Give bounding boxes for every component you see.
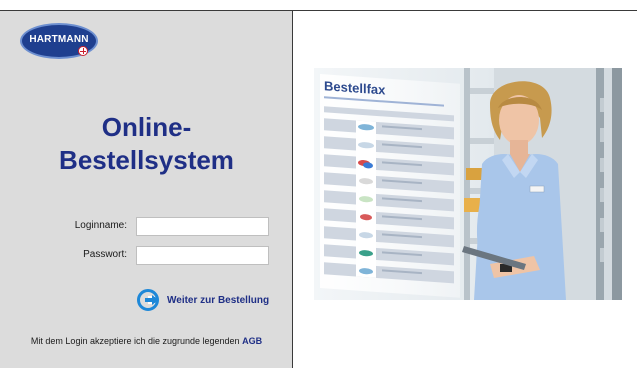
hero-panel: Bestellfax	[294, 11, 637, 368]
agb-notice-text: Mit dem Login akzeptiere ich die zugrund…	[30, 336, 240, 346]
hartmann-logo[interactable]: HARTMANN	[20, 23, 98, 59]
page-title: Online- Bestellsystem	[0, 111, 293, 177]
pharmacist-order-illustration: Bestellfax	[314, 68, 622, 300]
continue-to-order-label: Weiter zur Bestellung	[167, 294, 270, 306]
login-label: Loginname:	[74, 220, 127, 231]
continue-to-order-button[interactable]: Weiter zur Bestellung	[137, 289, 269, 311]
agb-link[interactable]: AGB	[242, 336, 262, 346]
arrow-right-circle-icon	[137, 289, 159, 311]
login-row: Loginname:	[0, 217, 293, 237]
logo-text: HARTMANN	[29, 33, 89, 45]
agb-notice: Mit dem Login akzeptiere ich die zugrund…	[0, 336, 293, 346]
password-label: Passwort:	[83, 249, 127, 260]
login-input[interactable]	[136, 217, 269, 236]
title-line-1: Online-	[101, 112, 192, 142]
title-line-2: Bestellsystem	[59, 145, 234, 175]
login-panel: HARTMANN Online- Bestellsystem Loginname…	[0, 11, 293, 368]
password-row: Passwort:	[0, 246, 293, 266]
page-frame: HARTMANN Online- Bestellsystem Loginname…	[0, 10, 637, 368]
medical-cross-icon	[78, 46, 88, 56]
hero-photo: Bestellfax	[314, 68, 622, 300]
password-input[interactable]	[136, 246, 269, 265]
